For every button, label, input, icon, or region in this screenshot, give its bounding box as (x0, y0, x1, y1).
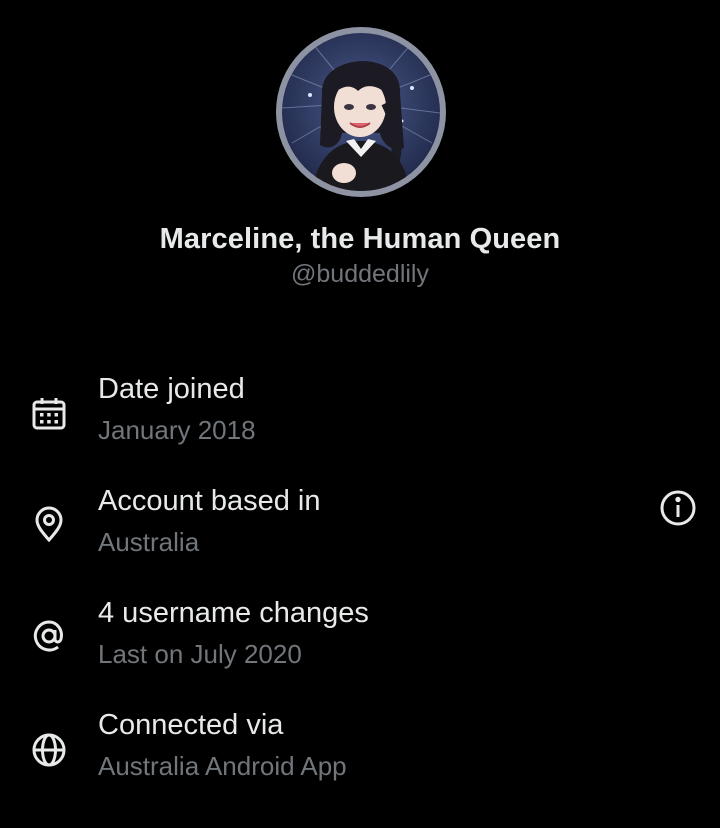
profile-avatar[interactable] (276, 27, 446, 197)
detail-row-account-based-in: Account based in Australia (0, 485, 720, 585)
profile-handle: @buddedlily (291, 260, 429, 288)
account-based-in-label: Account based in (98, 485, 321, 517)
connected-via-value: Australia Android App (98, 751, 347, 781)
detail-row-date-joined: Date joined January 2018 (0, 373, 720, 473)
date-joined-label: Date joined (98, 373, 245, 405)
detail-row-connected-via: Connected via Australia Android App (0, 709, 720, 809)
avatar-illustration (282, 33, 440, 191)
globe-icon (30, 731, 68, 769)
info-icon[interactable] (658, 488, 698, 528)
connected-via-label: Connected via (98, 709, 284, 741)
profile-display-name: Marceline, the Human Queen (159, 223, 561, 255)
detail-row-username-changes: 4 username changes Last on July 2020 (0, 597, 720, 697)
account-based-in-value: Australia (98, 527, 200, 557)
at-sign-icon (30, 617, 68, 655)
username-changes-value: Last on July 2020 (98, 639, 302, 669)
username-changes-label: 4 username changes (98, 597, 369, 629)
calendar-icon (30, 395, 68, 433)
date-joined-value: January 2018 (98, 415, 256, 445)
location-pin-icon (30, 505, 68, 543)
